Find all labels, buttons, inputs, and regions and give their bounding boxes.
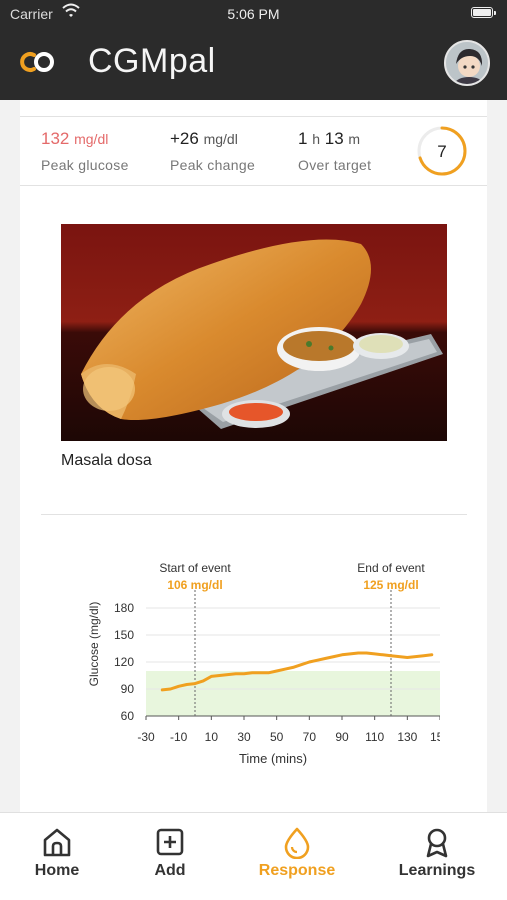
peak-glucose-unit: mg/dl xyxy=(74,131,109,147)
x-tick-label: 10 xyxy=(205,730,219,744)
x-tick-label: 90 xyxy=(335,730,349,744)
battery-icon xyxy=(471,7,496,18)
peak-glucose-stat: 132 mg/dl Peak glucose xyxy=(41,129,129,173)
peak-glucose-value: 132 xyxy=(41,129,70,148)
response-summary: 132 mg/dl Peak glucose +26 mg/dl Peak ch… xyxy=(20,116,487,186)
meal-photo[interactable] xyxy=(61,224,447,441)
over-target-hours: 1 xyxy=(298,129,308,148)
event-value-label: 106 mg/dl xyxy=(167,578,222,592)
app-header: Carrier 5:06 PM CGMpal xyxy=(0,0,507,100)
glucose-chart: 60 90 120 150 180 -30 -10 10 30 50 70 90 110 130 150 Ti… xyxy=(87,561,440,766)
peak-glucose-label: Peak glucose xyxy=(41,157,129,173)
nav-learnings-label: Learnings xyxy=(398,862,476,879)
peak-change-unit: mg/dl xyxy=(203,131,238,147)
event-label: End of event xyxy=(357,561,425,575)
nav-add[interactable]: Add xyxy=(130,813,210,900)
cgmpal-logo-icon xyxy=(20,52,54,72)
meal-response-panel: 132 mg/dl Peak glucose +26 mg/dl Peak ch… xyxy=(20,100,487,812)
over-target-minutes-unit: m xyxy=(348,131,361,147)
y-tick-label: 150 xyxy=(114,628,134,642)
over-target-minutes: 13 xyxy=(324,129,344,148)
peak-change-label: Peak change xyxy=(170,157,256,173)
drop-icon xyxy=(284,827,310,859)
y-tick-label: 120 xyxy=(114,655,134,669)
peak-change-stat: +26 mg/dl Peak change xyxy=(170,129,255,173)
status-bar: Carrier 5:06 PM xyxy=(0,0,507,28)
meal-name: Masala dosa xyxy=(61,452,152,469)
nav-add-label: Add xyxy=(154,862,186,879)
x-tick-label: 30 xyxy=(237,730,251,744)
x-tick-label: 130 xyxy=(397,730,417,744)
nav-response[interactable]: Response xyxy=(247,813,347,900)
x-tick-label: -10 xyxy=(170,730,188,744)
clock: 5:06 PM xyxy=(227,6,280,22)
target-range-band xyxy=(146,671,440,716)
event-label: Start of event xyxy=(159,561,231,575)
masala-dosa-image xyxy=(61,224,447,441)
x-tick-label: 50 xyxy=(270,730,284,744)
nav-response-label: Response xyxy=(258,862,336,879)
award-icon xyxy=(426,828,448,858)
peak-change-value: +26 xyxy=(170,129,199,148)
nav-learnings[interactable]: Learnings xyxy=(387,813,487,900)
bottom-navigation: Home Add Response Learnings xyxy=(0,812,507,900)
over-target-stat: 1 h 13 m Over target xyxy=(298,129,371,173)
over-target-label: Over target xyxy=(298,157,372,173)
x-axis-label: Time (mins) xyxy=(239,751,307,766)
event-value-label: 125 mg/dl xyxy=(363,578,418,592)
y-tick-label: 90 xyxy=(121,682,135,696)
y-tick-label: 60 xyxy=(121,709,135,723)
user-avatar[interactable] xyxy=(444,40,490,86)
y-tick-label: 180 xyxy=(114,601,134,615)
score-ring[interactable]: 7 xyxy=(416,125,468,177)
divider xyxy=(41,514,467,515)
x-tick-label: 110 xyxy=(365,730,384,744)
x-tick-label: 70 xyxy=(303,730,317,744)
app-title: CGMpal xyxy=(88,42,216,80)
avatar-image xyxy=(446,42,488,84)
nav-home-label: Home xyxy=(34,862,80,879)
nav-home[interactable]: Home xyxy=(17,813,97,900)
home-icon xyxy=(43,828,71,857)
x-tick-label: 150 xyxy=(430,730,440,744)
x-tick-label: -30 xyxy=(137,730,155,744)
add-icon xyxy=(156,828,184,856)
score-value: 7 xyxy=(437,142,446,161)
y-axis-label: Glucose (mg/dl) xyxy=(87,602,101,687)
over-target-hours-unit: h xyxy=(312,131,320,147)
